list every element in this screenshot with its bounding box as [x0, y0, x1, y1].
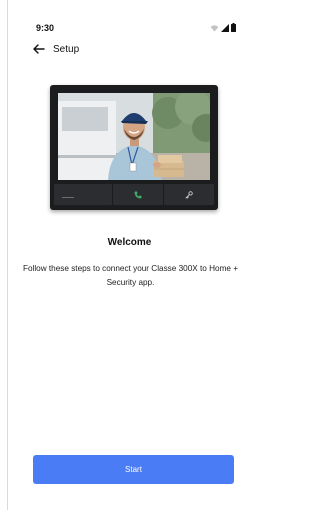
- welcome-description: Follow these steps to connect your Class…: [22, 264, 239, 287]
- device-screen: [58, 93, 210, 180]
- device-logo: [62, 186, 74, 204]
- device-brand-panel: [54, 184, 112, 205]
- status-bar: 9:30: [36, 22, 236, 34]
- intercom-device-image: [50, 85, 218, 210]
- frame-edge: [7, 0, 8, 510]
- phone-icon: [134, 186, 142, 204]
- start-button[interactable]: Start: [33, 455, 234, 484]
- device-call-button: [113, 184, 163, 205]
- delivery-person-illustration: [58, 93, 210, 180]
- device-button-bar: [54, 184, 214, 205]
- status-icons: [210, 22, 236, 34]
- cellular-signal-icon: [221, 19, 229, 37]
- key-icon: [185, 186, 193, 204]
- app-bar: Setup: [32, 42, 79, 58]
- wifi-icon: [210, 19, 219, 37]
- battery-icon: [231, 19, 236, 37]
- welcome-title: Welcome: [107, 237, 152, 248]
- device-key-button: [164, 184, 214, 205]
- status-time: 9:30: [36, 23, 55, 33]
- back-button[interactable]: [32, 43, 46, 57]
- page-title: Setup: [53, 44, 80, 55]
- arrow-left-icon: [33, 41, 45, 59]
